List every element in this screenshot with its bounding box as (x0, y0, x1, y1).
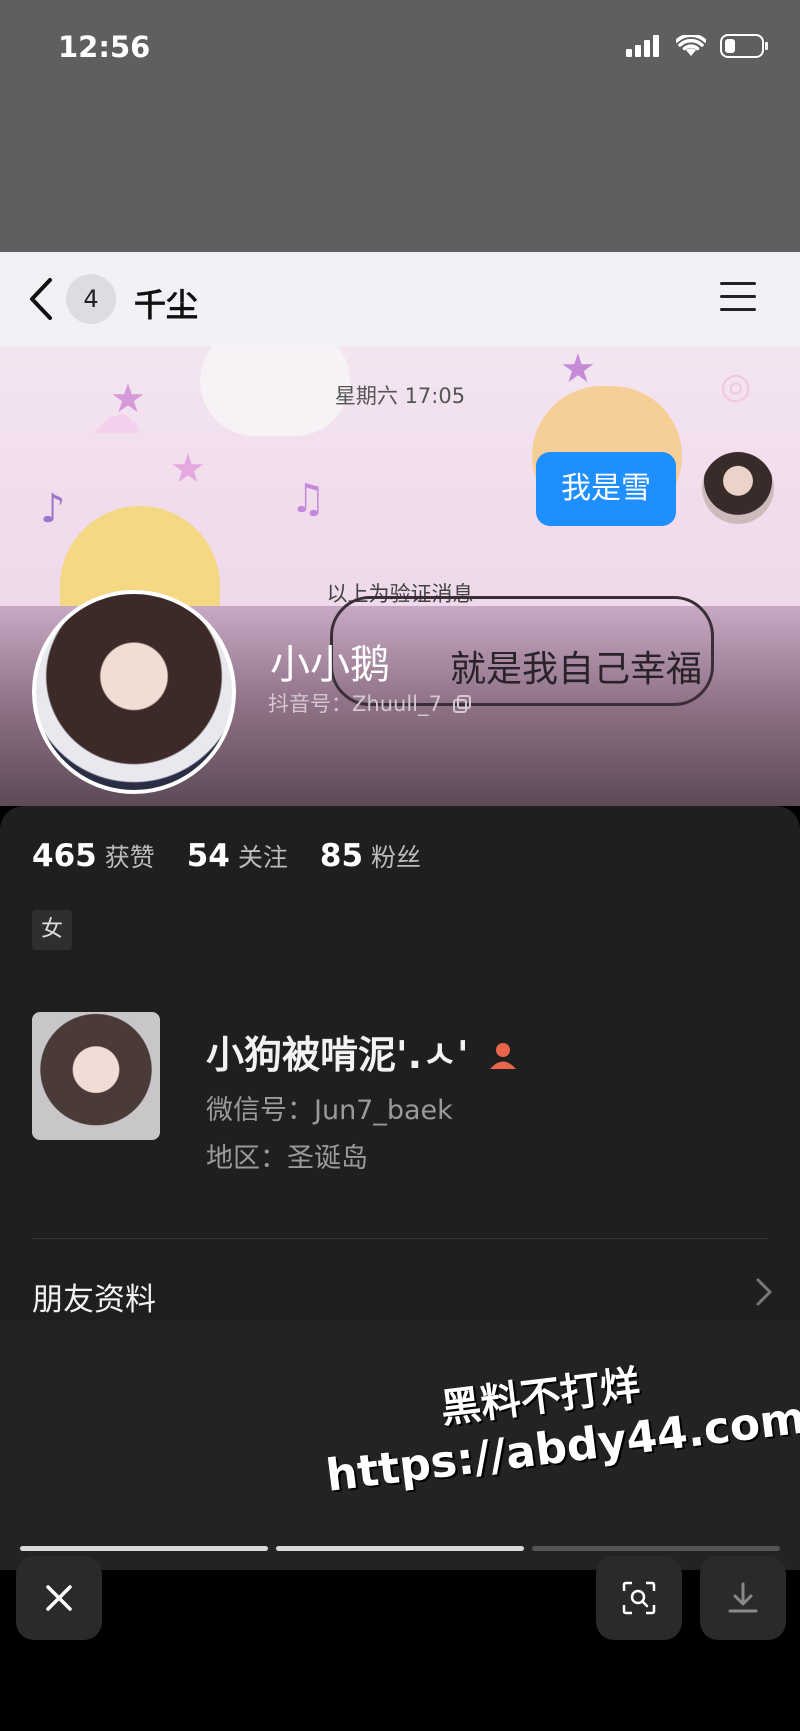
profile-name: 小小鹅 (270, 642, 390, 688)
sender-avatar[interactable] (702, 452, 774, 524)
douyin-id-text: 抖音号：Zhuull_7 (268, 692, 442, 716)
followers-count[interactable]: 85 (320, 838, 363, 874)
message-bubble[interactable]: 我是雪 (536, 452, 676, 526)
wechat-id: 微信号：Jun7_baek (206, 1095, 453, 1126)
wechat-avatar[interactable] (32, 1012, 160, 1140)
back-icon[interactable] (26, 276, 56, 322)
screen: 12:56 4 千尘 ★ ★ ★ ♫ ♪ ☁ ◎ 星期六 17:05 我是雪 以… (0, 0, 800, 1731)
download-icon (728, 1582, 758, 1613)
chat-timestamp: 星期六 17:05 (334, 384, 466, 408)
download-button[interactable] (700, 1556, 786, 1640)
progress-segment (276, 1546, 524, 1551)
likes-count[interactable]: 465 (32, 838, 97, 874)
unread-count-badge: 4 (66, 274, 116, 324)
stats-row: 465 获赞 54 关注 85 粉丝 (32, 838, 453, 874)
followers-label: 粉丝 (371, 843, 422, 872)
status-time: 12:56 (58, 30, 151, 64)
note-sticker: ♪ (40, 486, 66, 532)
close-button[interactable] (16, 1556, 102, 1640)
friend-info-label: 朋友资料 (32, 1282, 156, 1318)
profile-avatar[interactable] (32, 590, 236, 794)
following-count[interactable]: 54 (187, 838, 230, 874)
note-sticker: ♫ (290, 476, 326, 522)
scan-button[interactable] (596, 1556, 682, 1640)
following-label: 关注 (237, 843, 288, 872)
chat-area: ★ ★ ★ ♫ ♪ ☁ ◎ 星期六 17:05 我是雪 以上为验证消息 (0, 346, 800, 606)
wechat-name-text: 小狗被啃泥'.ㅅ' (206, 1033, 469, 1077)
chevron-right-icon (756, 1278, 772, 1306)
progress-segment (532, 1546, 780, 1551)
battery-icon (720, 34, 768, 58)
image-progress-bar (20, 1546, 780, 1552)
divider (32, 1238, 768, 1239)
status-icons (626, 34, 770, 58)
star-sticker: ★ (170, 446, 206, 492)
person-icon (489, 1043, 516, 1069)
wifi-icon (676, 35, 706, 56)
wechat-name: 小狗被啃泥'.ㅅ' (206, 1024, 520, 1079)
chat-title: 千尘 (134, 286, 199, 324)
banner-text: 就是我自己幸福 (450, 649, 703, 690)
friend-info-row[interactable]: 朋友资料 (0, 1250, 800, 1320)
menu-icon[interactable] (720, 282, 756, 312)
close-icon (46, 1585, 72, 1611)
douyin-id[interactable]: 抖音号：Zhuull_7 (268, 688, 471, 718)
copy-icon[interactable] (452, 695, 471, 713)
gender-tag: 女 (32, 910, 72, 950)
progress-segment (20, 1546, 268, 1551)
wechat-region: 地区：圣诞岛 (206, 1143, 368, 1174)
chat-header: 4 千尘 (0, 252, 800, 346)
status-bar: 12:56 (0, 0, 800, 252)
signal-icon (626, 35, 659, 57)
scan-icon (622, 1581, 656, 1615)
likes-label: 获赞 (104, 843, 155, 872)
